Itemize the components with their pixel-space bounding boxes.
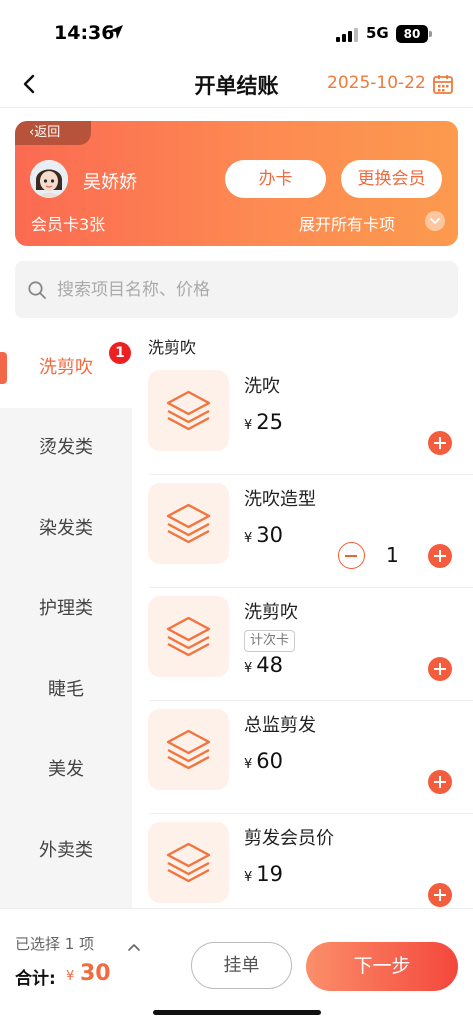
price-value: 25 [256,410,284,434]
open-card-button[interactable]: 办卡 [225,160,326,198]
expand-all-cards-link[interactable]: 展开所有卡项 [299,211,395,235]
category-item-perm[interactable]: 烫发类 [0,408,132,488]
category-item-wash-cut-blow[interactable]: 洗剪吹 1 [0,328,132,408]
total-value: 30 [80,961,111,986]
product-item[interactable]: 总监剪发 ¥60 [132,701,473,814]
add-button[interactable] [428,657,452,681]
category-label: 染发类 [39,518,93,539]
product-price: ¥30 [244,523,283,547]
battery-icon: 80 [396,25,428,43]
signal-icon [336,27,360,46]
member-card-count: 会员卡3张 [31,215,106,234]
product-name: 洗剪吹 [244,602,298,623]
layers-icon [148,370,229,451]
category-label: 睫毛 [48,679,84,700]
network-label: 5G [366,24,389,42]
add-button[interactable] [428,544,452,568]
location-arrow-icon [108,24,124,44]
product-price: ¥19 [244,862,283,886]
calendar-icon[interactable] [432,73,454,99]
search-bar[interactable] [15,261,458,318]
layers-icon [148,596,229,677]
product-name: 洗吹造型 [244,489,316,510]
product-price: ¥25 [244,410,283,434]
product-name: 洗吹 [244,376,280,397]
currency-symbol: ¥ [244,870,253,885]
total-currency: ¥ [66,969,75,984]
battery-tip [429,31,432,37]
add-button[interactable] [428,770,452,794]
category-item-dye[interactable]: 染发类 [0,489,132,569]
minus-button[interactable] [338,542,365,569]
avatar[interactable] [30,160,68,198]
category-label: 护理类 [39,598,93,619]
total-label: 合计: [15,969,56,989]
category-label: 美发 [48,759,84,780]
currency-symbol: ¥ [244,418,253,433]
chevron-down-icon[interactable] [425,211,445,231]
card-type-tag: 计次卡 [244,630,296,652]
selected-count[interactable]: 已选择 1 项 [15,933,94,954]
nav-bar: 开单结账 2025-10-22 [0,60,473,108]
home-indicator [153,1010,321,1015]
category-item-lashes[interactable]: 睫毛 [0,650,132,730]
date-label[interactable]: 2025-10-22 [327,73,426,93]
product-item[interactable]: 洗剪吹 计次卡 ¥48 [132,588,473,701]
search-input[interactable] [57,275,437,305]
category-label: 洗剪吹 [39,357,93,378]
product-name: 剪发会员价 [244,828,334,849]
category-item-takeout[interactable]: 外卖类 [0,811,132,891]
layers-icon [148,483,229,564]
switch-member-button[interactable]: 更换会员 [341,160,442,198]
quantity-value: 1 [386,543,399,567]
price-value: 48 [256,653,284,677]
category-item-care[interactable]: 护理类 [0,569,132,649]
member-name: 吴娇娇 [83,172,137,193]
product-price: ¥60 [244,749,283,773]
bottom-bar: 已选择 1 项 合计: ¥ 30 挂单 下一步 [0,908,473,1024]
price-value: 19 [256,862,284,886]
category-label: 外卖类 [39,840,93,861]
category-sidebar: 洗剪吹 1 烫发类 染发类 护理类 睫毛 美发 外卖类 [0,328,132,908]
price-value: 60 [256,749,284,773]
search-icon [27,280,47,304]
price-value: 30 [256,523,284,547]
active-indicator [0,352,7,384]
member-back-button[interactable]: ‹返回 [15,121,91,145]
add-button[interactable] [428,883,452,907]
product-price: ¥48 [244,653,283,677]
product-name: 总监剪发 [244,715,316,736]
hold-order-button[interactable]: 挂单 [191,942,292,989]
add-button[interactable] [428,431,452,455]
member-card: ‹返回 吴娇娇 办卡 更换会员 会员卡3张 展开所有卡项 [15,121,458,246]
chevron-up-icon[interactable] [127,937,141,956]
category-item-hairdressing[interactable]: 美发 [0,730,132,810]
currency-symbol: ¥ [244,757,253,772]
product-item[interactable]: 洗吹 ¥25 [132,362,473,475]
category-badge: 1 [109,342,131,364]
layers-icon [148,822,229,903]
product-item[interactable]: 洗吹造型 ¥30 1 [132,475,473,588]
member-back-label: 返回 [34,125,61,140]
section-title: 洗剪吹 [148,338,197,357]
currency-symbol: ¥ [244,531,253,546]
next-step-button[interactable]: 下一步 [306,942,458,991]
status-bar: 14:36 5G 80 [0,0,473,60]
layers-icon [148,709,229,790]
currency-symbol: ¥ [244,661,253,676]
status-time: 14:36 [54,22,115,44]
category-label: 烫发类 [39,437,93,458]
